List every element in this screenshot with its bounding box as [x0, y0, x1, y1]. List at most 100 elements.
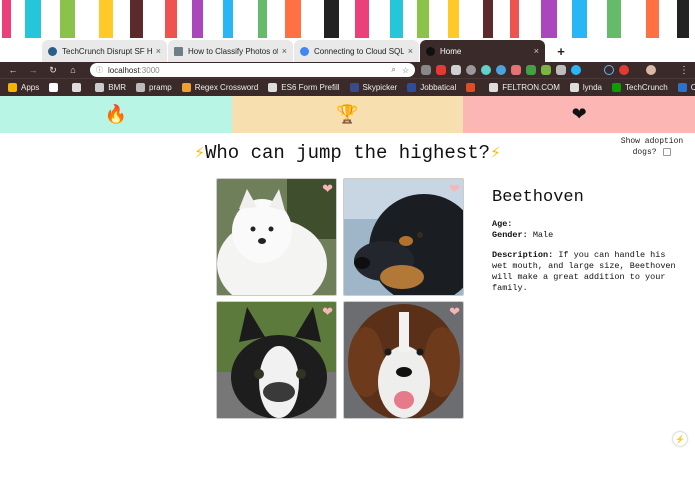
bookmark-item[interactable]: Regex Crossword: [181, 83, 258, 92]
dog-photo: [217, 302, 336, 418]
bookmark-label: TechCrunch: [625, 83, 668, 92]
bookmark-star-icon[interactable]: ☆: [402, 66, 409, 75]
info-icon[interactable]: ⓘ: [96, 65, 103, 75]
home-icon[interactable]: ⌂: [66, 65, 80, 75]
more-menu-icon[interactable]: ⋮: [679, 65, 689, 76]
bookmark-item[interactable]: Skypicker: [349, 83, 397, 92]
decorative-stripe: [483, 0, 493, 38]
dog-card[interactable]: ❤: [343, 301, 464, 419]
back-icon[interactable]: ←: [6, 65, 20, 75]
zoom-icon[interactable]: ⌕: [391, 65, 395, 75]
tab-title: TechCrunch Disrupt SF Hackat: [62, 46, 152, 56]
like-heart-icon[interactable]: ❤: [449, 304, 460, 320]
bookmark-icon: [407, 83, 417, 92]
address-bar[interactable]: ⓘ localhost:3000 ⌕ ☆: [90, 63, 415, 77]
tab-title: Connecting to Cloud SQL from: [314, 46, 404, 56]
extension-icon[interactable]: [604, 65, 614, 75]
bookmark-item[interactable]: TechCrunch: [612, 83, 668, 92]
browser-tab-active[interactable]: Home ×: [420, 40, 545, 62]
extension-icon[interactable]: [619, 65, 629, 75]
bookmark-item[interactable]: pramp: [136, 83, 172, 92]
decorative-stripe: [677, 0, 689, 38]
extension-icon[interactable]: [481, 65, 491, 75]
extension-icon[interactable]: [511, 65, 521, 75]
like-heart-icon[interactable]: ❤: [322, 181, 333, 197]
tab-favicon: [174, 46, 183, 56]
bookmark-label: ES6 Form Prefill: [281, 83, 340, 92]
decorative-stripe: [25, 0, 41, 38]
close-icon[interactable]: ×: [408, 46, 413, 56]
browser-tab[interactable]: How to Classify Photos of Dog ×: [168, 40, 293, 62]
dog-card[interactable]: ❤: [343, 178, 464, 296]
dog-photo: [217, 179, 336, 295]
bookmark-item[interactable]: [49, 83, 62, 92]
extension-icon[interactable]: [571, 65, 581, 75]
bookmark-icon: [268, 83, 278, 92]
extension-icon[interactable]: [436, 65, 446, 75]
bookmark-icon: [612, 83, 621, 92]
close-icon[interactable]: ×: [156, 46, 161, 56]
extension-icon[interactable]: [451, 65, 461, 75]
tab-title: Home: [440, 46, 462, 56]
extension-icon[interactable]: [466, 65, 476, 75]
dog-description: Description: If you can handle his wet m…: [492, 250, 676, 293]
decorative-stripe: [541, 0, 557, 38]
lightning-icon: ⚡: [194, 144, 205, 164]
like-heart-icon[interactable]: ❤: [322, 304, 333, 320]
bookmarks-bar: Apps BMR pramp Regex Crossword ES6 Form Pref…: [0, 78, 695, 96]
like-heart-icon[interactable]: ❤: [449, 181, 460, 197]
extension-icon[interactable]: [556, 65, 566, 75]
close-icon[interactable]: ×: [534, 46, 539, 56]
bookmark-item[interactable]: [466, 83, 479, 92]
bookmark-item[interactable]: FELTRON.COM: [489, 83, 560, 92]
cloud-icon: [300, 46, 309, 56]
tab-favorites[interactable]: ❤: [463, 96, 695, 133]
bookmark-icon: [466, 83, 476, 92]
bookmark-item[interactable]: Coursera: [677, 83, 695, 92]
dog-card[interactable]: ❤: [216, 178, 337, 296]
address-url[interactable]: localhost:3000: [108, 66, 385, 75]
bookmark-label: pramp: [149, 83, 172, 92]
browser-tab[interactable]: TechCrunch Disrupt SF Hackat ×: [42, 40, 167, 62]
decorative-stripe: [99, 0, 113, 38]
close-icon[interactable]: ×: [282, 46, 287, 56]
lightning-fab-button[interactable]: ⚡: [673, 432, 687, 446]
dog-gender-row: Gender: Male: [492, 230, 554, 240]
extension-icon[interactable]: [541, 65, 551, 75]
bookmark-label: Jobbatical: [420, 83, 457, 92]
page-title: ⚡Who can jump the highest?⚡: [0, 142, 695, 164]
reload-icon[interactable]: ↻: [46, 65, 60, 76]
tab-leaderboard[interactable]: 🏆: [231, 96, 464, 133]
question-text: Who can jump the highest?: [204, 142, 491, 164]
bookmark-item[interactable]: Apps: [8, 83, 39, 92]
dog-photo: [344, 302, 463, 418]
bookmark-icon: [489, 83, 499, 92]
dog-grid: ❤ ❤ ❤ ❤: [216, 178, 465, 420]
extension-icon[interactable]: [496, 65, 506, 75]
bookmark-item[interactable]: [72, 83, 85, 92]
bookmark-item[interactable]: BMR: [95, 83, 126, 92]
decorative-stripe: [223, 0, 233, 38]
bookmark-item[interactable]: ES6 Form Prefill: [268, 83, 340, 92]
forward-icon[interactable]: →: [26, 65, 40, 75]
bookmark-label: BMR: [108, 83, 127, 92]
dog-photo: [344, 179, 463, 295]
dog-name: Beethoven: [492, 188, 584, 207]
extension-icons: [421, 65, 679, 75]
bookmark-item[interactable]: Jobbatical: [407, 83, 456, 92]
decorative-stripe: [390, 0, 403, 38]
extension-icon[interactable]: [421, 65, 431, 75]
extension-icon[interactable]: [526, 65, 536, 75]
browser-tabstrip-background: [0, 0, 695, 38]
bookmark-label: Apps: [21, 83, 40, 92]
tab-hot[interactable]: 🔥: [0, 96, 232, 133]
decorative-stripe: [448, 0, 459, 38]
new-tab-button[interactable]: +: [552, 42, 570, 60]
bookmark-label: Coursera: [691, 83, 695, 92]
profile-avatar[interactable]: [646, 65, 656, 75]
browser-tab-bar: TechCrunch Disrupt SF Hackat × How to Cl…: [0, 38, 695, 62]
browser-tab[interactable]: Connecting to Cloud SQL from ×: [294, 40, 419, 62]
bookmark-icon: [569, 83, 579, 92]
dog-card[interactable]: ❤: [216, 301, 337, 419]
bookmark-item[interactable]: lynda: [569, 83, 602, 92]
